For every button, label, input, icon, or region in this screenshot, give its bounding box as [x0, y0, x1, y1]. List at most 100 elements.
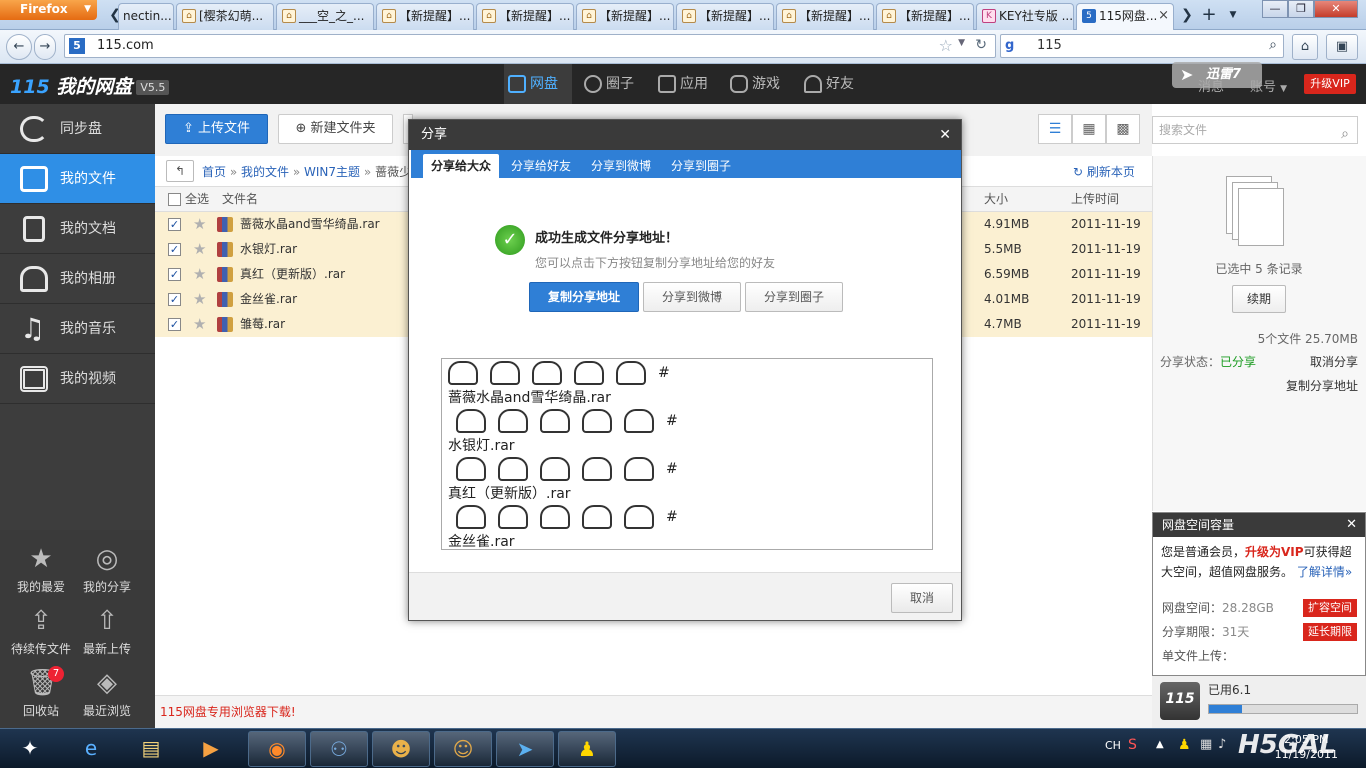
cancel-share-link[interactable]: 取消分享 — [1310, 353, 1358, 370]
search-icon[interactable]: ⌕ — [1341, 121, 1349, 147]
start-button-avatar-icon[interactable]: ✦ — [2, 731, 58, 767]
firefox-menu-button[interactable]: Firefox ▼ — [0, 0, 97, 20]
browser-tab[interactable]: ⌂ 【新提醒】... — [476, 3, 574, 30]
avatar-app-icon[interactable]: ☺ — [434, 731, 492, 767]
maximize-icon[interactable]: ❐ — [1288, 0, 1314, 18]
h5gal-watermark: H5GAL — [1238, 730, 1336, 760]
tab-share-friends[interactable]: 分享给好友 — [503, 154, 579, 178]
browser-tab-active[interactable]: 5 115网盘... × — [1076, 3, 1174, 31]
chevron-down-icon[interactable]: ▼ — [958, 38, 965, 48]
close-window-icon[interactable]: ✕ — [1314, 0, 1358, 18]
renew-button[interactable]: 续期 — [1232, 285, 1286, 313]
extend-period-button[interactable]: 延长期限 — [1303, 623, 1357, 641]
cancel-button[interactable]: 取消 — [891, 583, 953, 613]
rabbit-emoji-icon — [582, 409, 612, 433]
firefox-taskbar-icon[interactable]: ◉ — [248, 731, 306, 767]
browser-search-box[interactable]: g 115 ⌕ — [1000, 34, 1284, 58]
browser-tab[interactable]: nectin... — [118, 3, 174, 30]
share-link-text: 蔷薇水晶and雪华绮晶.rar — [448, 390, 611, 406]
tab-share-circle[interactable]: 分享到圈子 — [663, 154, 739, 178]
forward-icon[interactable]: → — [34, 34, 56, 60]
explorer-folder-icon[interactable]: ▤ — [122, 731, 180, 767]
home-icon[interactable]: ⌂ — [1292, 34, 1318, 60]
forum-favicon-icon: ⌂ — [382, 9, 396, 23]
tab-share-public[interactable]: 分享给大众 — [423, 154, 500, 178]
network-tray-icon[interactable]: ▦ — [1200, 737, 1212, 752]
key-favicon-icon: K — [982, 9, 996, 23]
close-icon[interactable]: ✕ — [1346, 513, 1357, 537]
emoji-line: # — [456, 409, 678, 433]
bookmark-star-icon[interactable]: ☆ — [939, 36, 953, 55]
nav-friends[interactable]: 好友 — [800, 64, 868, 104]
window-controls: — ❐ ✕ — [1262, 0, 1366, 20]
browser-tab[interactable]: ⌂ 【新提醒】... — [676, 3, 774, 30]
nav-games[interactable]: 游戏 — [726, 64, 794, 104]
emoji-line: # — [456, 457, 678, 481]
back-icon[interactable]: ← — [6, 34, 32, 60]
file-search-input[interactable]: 搜索文件 ⌕ — [1152, 116, 1358, 144]
qq-tray-icon[interactable]: ♟ — [1178, 737, 1191, 753]
share-circle-button[interactable]: 分享到圈子 — [745, 282, 843, 312]
search-icon[interactable]: ⌕ — [1269, 37, 1277, 53]
network-app-icon[interactable]: ⚇ — [310, 731, 368, 767]
tab-list-icon[interactable]: ▼ — [1222, 4, 1244, 26]
raccoon-app-icon[interactable]: ☻ — [372, 731, 430, 767]
circle-icon — [584, 75, 602, 93]
browser-tab[interactable]: K KEY社专版 ... — [976, 3, 1074, 30]
xunlei-taskbar-icon[interactable]: ➤ — [496, 731, 554, 767]
reload-icon[interactable]: ↻ — [975, 37, 987, 53]
share-status-value: 已分享 — [1220, 355, 1257, 369]
upgrade-vip-button[interactable]: 升级VIP — [1304, 74, 1356, 94]
forum-favicon-icon: ⌂ — [782, 9, 796, 23]
upgrade-vip-link[interactable]: 升级为VIP — [1245, 545, 1304, 559]
url-bar[interactable]: 5 115.com ☆ ▼ ↻ — [64, 34, 996, 58]
ie-icon[interactable]: e — [62, 731, 120, 767]
minimize-icon[interactable]: — — [1262, 0, 1288, 18]
share-links-textarea[interactable]: # 蔷薇水晶and雪华绮晶.rar # 水银灯.rar # 真红（更新版）.ra… — [441, 358, 933, 550]
success-subtitle: 您可以点击下方按钮复制分享地址给您的好友 — [535, 256, 776, 270]
tab-share-weibo[interactable]: 分享到微博 — [583, 154, 659, 178]
forum-favicon-icon: ⌂ — [482, 9, 496, 23]
rabbit-emoji-icon — [532, 361, 562, 385]
forum-favicon-icon: ⌂ — [182, 9, 196, 23]
chevron-down-icon: ▼ — [1280, 84, 1288, 94]
browser-tab[interactable]: ⌂ 【新提醒】... — [876, 3, 974, 30]
success-check-icon: ✓ — [495, 225, 525, 255]
browser-tab[interactable]: ⌂ 【新提醒】... — [776, 3, 874, 30]
rabbit-emoji-icon — [490, 361, 520, 385]
input-language[interactable]: CH — [1105, 739, 1121, 752]
addon-menu-icon[interactable]: ▣ — [1326, 34, 1358, 60]
qq-penguin-icon[interactable]: ♟ — [558, 731, 616, 767]
browser-tab[interactable]: ⌂ 【新提醒】... — [576, 3, 674, 30]
share-tabs: 分享给大众 分享给好友 分享到微博 分享到圈子 — [411, 150, 961, 178]
close-tab-icon[interactable]: × — [1158, 4, 1169, 28]
rabbit-emoji-icon — [624, 409, 654, 433]
gamepad-icon — [730, 75, 748, 93]
nav-apps[interactable]: 应用 — [654, 64, 722, 104]
learn-more-link[interactable]: 了解详情» — [1297, 565, 1352, 579]
rabbit-emoji-icon — [540, 505, 570, 529]
nav-circle[interactable]: 圈子 — [580, 64, 648, 104]
tray-expand-icon[interactable]: ▲ — [1156, 739, 1164, 750]
rabbit-emoji-icon — [582, 457, 612, 481]
rabbit-emoji-icon — [540, 409, 570, 433]
sogou-icon[interactable]: S — [1128, 737, 1137, 753]
nav-netdisk[interactable]: 网盘 — [504, 64, 572, 104]
close-dialog-icon[interactable]: ✕ — [939, 120, 951, 150]
share-weibo-button[interactable]: 分享到微博 — [643, 282, 741, 312]
browser-tab[interactable]: ⌂ 【新提醒】... — [376, 3, 474, 30]
xunlei-floating-widget[interactable]: ➤ 迅雷7 — [1172, 62, 1262, 88]
rabbit-emoji-icon — [540, 457, 570, 481]
volume-icon[interactable]: ♪ — [1218, 737, 1226, 752]
copy-share-address-link[interactable]: 复制分享地址 — [1286, 377, 1358, 394]
browser-tab[interactable]: ⌂ ___空_之_... — [276, 3, 374, 30]
new-tab-icon[interactable]: + — [1198, 4, 1220, 26]
media-player-icon[interactable]: ▶ — [182, 731, 240, 767]
share-link-text: 水银灯.rar — [448, 438, 515, 454]
forum-favicon-icon: ⌂ — [282, 9, 296, 23]
tab-scroll-right-icon[interactable]: ❯ — [1176, 4, 1198, 26]
app-logo[interactable]: 115 我的网盘 V5.5 — [10, 72, 170, 99]
copy-share-address-button[interactable]: 复制分享地址 — [529, 282, 639, 312]
expand-space-button[interactable]: 扩容空间 — [1303, 599, 1357, 617]
browser-tab[interactable]: ⌂ [樱茶幻萌... — [176, 3, 274, 30]
